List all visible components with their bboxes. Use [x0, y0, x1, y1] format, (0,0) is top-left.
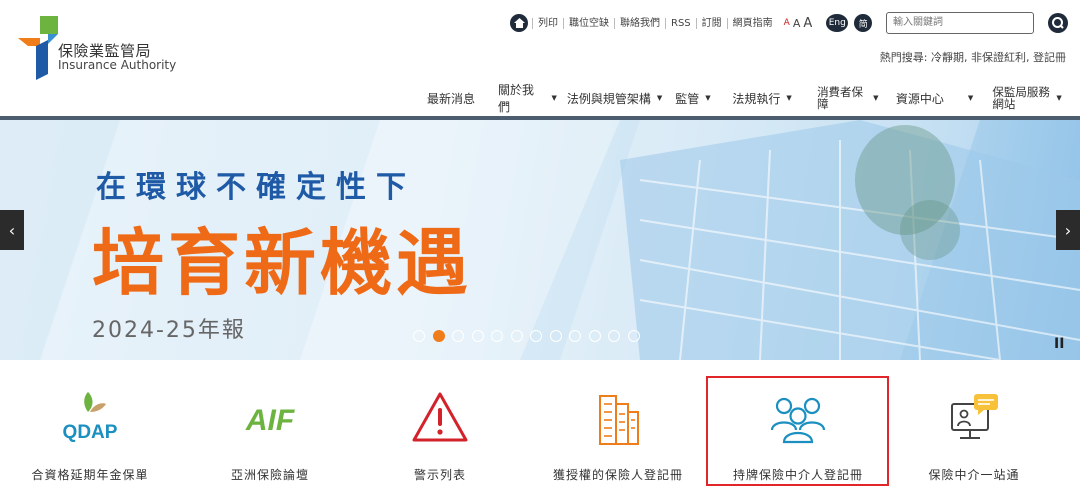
lang-simplified-button[interactable]: 简 [854, 14, 873, 32]
carousel-pause-button[interactable]: II [1054, 336, 1064, 352]
caret-down-icon: ▼ [786, 94, 792, 102]
carousel-dot[interactable] [608, 330, 620, 342]
nav-resources[interactable]: 資源中心 ▼ [891, 90, 988, 107]
chat-monitor-icon [951, 394, 998, 439]
caret-down-icon: ▼ [967, 94, 974, 102]
carousel-dot[interactable] [510, 330, 523, 342]
nav-services-label: 保監局服務網站 [992, 85, 1050, 111]
quick-link-label: 保險中介一站通 [928, 468, 1020, 482]
caret-down-icon: ▼ [1056, 94, 1062, 102]
carousel-dot[interactable] [432, 330, 445, 342]
nav-services[interactable]: 保監局服務網站 ▼ [987, 86, 1076, 110]
carousel-dot[interactable] [452, 330, 464, 342]
carousel-dot[interactable] [530, 330, 542, 342]
carousel-dot[interactable] [549, 330, 562, 342]
nav-about[interactable]: 關於我們 ▼ [493, 81, 562, 115]
nav-consumer[interactable]: 消費者保障 ▼ [812, 86, 891, 110]
carousel-dot[interactable] [413, 330, 425, 342]
carousel-prev-button[interactable]: ‹ [0, 210, 24, 250]
caret-down-icon: ▼ [656, 94, 663, 102]
font-large-button[interactable]: A [803, 16, 812, 31]
nav-enforcement[interactable]: 法規執行 ▼ [727, 90, 812, 107]
quick-link-alert-list[interactable]: 警示列表 [350, 370, 530, 488]
nav-legislation-label: 法例與規管架構 [566, 91, 651, 106]
contact-link[interactable]: 聯絡我們 [614, 17, 665, 29]
svg-text:AIF: AIF [245, 404, 295, 437]
building-icon [599, 395, 639, 445]
nav-about-label: 關於我們 [497, 83, 534, 114]
quick-link-label: 獲授權的保險人登記冊 [552, 468, 683, 482]
qdap-logo-icon: QDAP [63, 392, 118, 443]
logo[interactable]: 保險業監管局 Insurance Authority [18, 16, 178, 86]
nav-supervision-label: 監管 [675, 91, 700, 106]
nav-consumer-label: 消費者保障 [817, 85, 864, 111]
hot-search-text: 熱門搜尋: 冷靜期, 非保證紅利, 登記冊 [879, 51, 1066, 64]
highlight-box [706, 376, 889, 486]
banner-subtitle: 2024-25年報 [92, 318, 246, 343]
quick-link-label: 亞洲保險論壇 [230, 468, 309, 482]
nav-supervision[interactable]: 監管 ▼ [670, 90, 727, 107]
nav-news[interactable]: 最新消息 [422, 90, 493, 107]
search-icon[interactable] [1048, 13, 1068, 33]
banner-headline-2: 培育新機遇 [92, 221, 473, 305]
home-icon[interactable] [510, 14, 528, 32]
subscribe-link[interactable]: 訂閱 [695, 17, 727, 29]
logo-english-name: Insurance Authority [58, 58, 177, 72]
quick-link-qdap[interactable]: QDAP 合資格延期年金保單 [0, 370, 180, 488]
carousel-dot[interactable] [491, 330, 503, 342]
quick-link-intermediary-portal[interactable]: 保險中介一站通 [884, 370, 1064, 488]
hero-banner[interactable]: 在環球不確定性下 培育新機遇 2024-25年報 ‹ › II [0, 120, 1080, 360]
quick-link-label: 合資格延期年金保單 [31, 468, 149, 482]
quick-link-aif[interactable]: AIF 亞洲保險論壇 [180, 370, 360, 488]
print-link[interactable]: 列印 [532, 17, 563, 29]
rss-link[interactable]: RSS [665, 17, 696, 29]
nav-enforcement-label: 法規執行 [732, 91, 781, 106]
main-nav: 最新消息 關於我們 ▼ 法例與規管架構 ▼ 監管 ▼ 法規執行 ▼ 消費者保障 ▼ 資源中… [422, 82, 1076, 114]
carousel-dot[interactable] [569, 330, 581, 342]
site-guide-link[interactable]: 網頁指南 [726, 17, 778, 29]
careers-link[interactable]: 職位空缺 [563, 17, 614, 29]
carousel-next-button[interactable]: › [1056, 210, 1080, 250]
font-small-button[interactable]: A [784, 18, 790, 28]
font-medium-button[interactable]: A [793, 17, 801, 30]
aif-logo-icon: AIF [245, 404, 295, 437]
carousel-dot[interactable] [588, 330, 601, 342]
carousel-dot[interactable] [471, 330, 484, 342]
carousel-dots [413, 330, 647, 342]
nav-resources-label: 資源中心 [895, 91, 944, 106]
carousel-dot[interactable] [627, 330, 640, 342]
search-input[interactable]: 輸入關鍵詞 [886, 12, 1034, 34]
quick-link-authorized-insurers[interactable]: 獲授權的保險人登記冊 [528, 370, 708, 488]
warning-icon [412, 392, 468, 442]
lang-english-button[interactable]: Eng [826, 14, 849, 32]
nav-legislation[interactable]: 法例與規管架構 ▼ [562, 90, 670, 107]
nav-news-label: 最新消息 [427, 91, 476, 106]
banner-headline-1: 在環球不確定性下 [96, 170, 416, 205]
svg-text:QDAP: QDAP [63, 422, 118, 443]
caret-down-icon: ▼ [705, 94, 711, 102]
quick-link-label: 警示列表 [413, 468, 466, 482]
caret-down-icon: ▼ [551, 94, 557, 102]
caret-down-icon: ▼ [873, 94, 879, 102]
utility-links: 列印 職位空缺 聯絡我們 RSS 訂閱 網頁指南 A A A Eng 简 [510, 12, 873, 34]
